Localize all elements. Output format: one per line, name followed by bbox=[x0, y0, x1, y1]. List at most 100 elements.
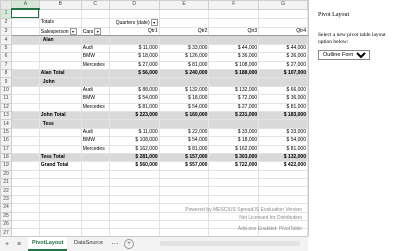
cell[interactable] bbox=[10, 127, 40, 138]
add-sheet-icon[interactable]: + bbox=[2, 239, 12, 249]
cell[interactable]: $ 81,000 bbox=[158, 60, 210, 71]
cell[interactable] bbox=[38, 186, 82, 196]
cell[interactable]: $ 107,000 bbox=[258, 68, 308, 79]
cell[interactable] bbox=[10, 26, 40, 37]
cell[interactable]: $ 303,000 bbox=[208, 152, 260, 163]
cell[interactable] bbox=[10, 60, 40, 71]
cell[interactable] bbox=[208, 119, 260, 129]
cell[interactable] bbox=[10, 203, 40, 213]
cell[interactable] bbox=[80, 110, 110, 121]
cell[interactable] bbox=[258, 77, 308, 87]
cell[interactable] bbox=[158, 169, 210, 180]
cell[interactable] bbox=[10, 178, 40, 188]
cell[interactable]: $ 44,000 bbox=[208, 43, 260, 54]
cell[interactable] bbox=[38, 94, 82, 104]
row-header[interactable]: 15 bbox=[0, 127, 12, 138]
column-header-c[interactable]: C bbox=[80, 0, 110, 10]
cell[interactable]: $ 66,000 bbox=[258, 85, 308, 96]
cell[interactable] bbox=[208, 35, 260, 45]
cell[interactable] bbox=[38, 228, 82, 236]
row-header[interactable]: 26 bbox=[0, 220, 12, 230]
cell[interactable] bbox=[38, 8, 82, 19]
cell[interactable] bbox=[208, 186, 260, 196]
cell[interactable] bbox=[38, 203, 82, 213]
cell[interactable] bbox=[10, 136, 40, 146]
cell[interactable]: Audi bbox=[80, 43, 110, 54]
cell[interactable] bbox=[10, 161, 40, 171]
cell[interactable]: $ 18,000 bbox=[158, 94, 210, 104]
cell[interactable] bbox=[108, 35, 160, 45]
cell[interactable] bbox=[108, 228, 160, 236]
cell[interactable] bbox=[10, 228, 40, 236]
row-header[interactable]: 22 bbox=[0, 186, 12, 196]
filter-dropdown-icon[interactable]: ▾ bbox=[94, 28, 102, 35]
cell[interactable] bbox=[10, 17, 40, 28]
cell[interactable] bbox=[10, 152, 40, 163]
cell[interactable]: Salesperson ▾ bbox=[38, 26, 82, 37]
column-header-f[interactable]: F bbox=[208, 0, 260, 10]
row-header[interactable]: 3 bbox=[0, 26, 12, 37]
row-header[interactable]: 19 bbox=[0, 161, 12, 171]
cell[interactable]: $ 54,000 bbox=[158, 136, 210, 146]
row-header[interactable]: 16 bbox=[0, 136, 12, 146]
spreadsheet-grid[interactable]: A B C D E F G 1 2 Totals Quarters (date) ▾ 3 Salesper… bbox=[0, 0, 309, 236]
row-header[interactable]: 8 bbox=[0, 68, 12, 79]
row-header[interactable]: 23 bbox=[0, 194, 12, 205]
cell[interactable]: Alan bbox=[38, 35, 82, 45]
cell[interactable] bbox=[80, 68, 110, 79]
cell[interactable]: Audi bbox=[80, 127, 110, 138]
cell[interactable] bbox=[80, 8, 110, 19]
cell[interactable] bbox=[158, 35, 210, 45]
cell[interactable] bbox=[108, 220, 160, 230]
new-sheet-icon[interactable]: + bbox=[124, 239, 134, 249]
cell[interactable]: $ 36,000 bbox=[208, 52, 260, 62]
cell[interactable]: $ 160,000 bbox=[158, 110, 210, 121]
cell[interactable]: $ 27,000 bbox=[258, 60, 308, 71]
cell[interactable]: $ 56,000 bbox=[108, 68, 160, 79]
cell[interactable] bbox=[38, 60, 82, 71]
cell[interactable]: $ 88,000 bbox=[108, 85, 160, 96]
cell[interactable] bbox=[38, 178, 82, 188]
cell[interactable] bbox=[208, 17, 260, 28]
cell[interactable]: Tess bbox=[38, 119, 82, 129]
cell[interactable] bbox=[10, 194, 40, 205]
cell[interactable] bbox=[208, 194, 260, 205]
cell[interactable] bbox=[10, 102, 40, 112]
cell[interactable]: Mercedes bbox=[80, 60, 110, 71]
filter-dropdown-icon[interactable]: ▾ bbox=[150, 19, 158, 26]
cell[interactable] bbox=[80, 194, 110, 205]
select-all-corner[interactable] bbox=[0, 0, 12, 10]
cell[interactable] bbox=[258, 8, 308, 19]
cell[interactable]: $ 231,000 bbox=[208, 110, 260, 121]
cell[interactable]: $ 157,000 bbox=[158, 152, 210, 163]
cell[interactable]: $ 27,000 bbox=[208, 102, 260, 112]
cell[interactable] bbox=[80, 35, 110, 45]
cell[interactable]: $ 126,000 bbox=[158, 52, 210, 62]
cell[interactable]: Qtr1 bbox=[108, 26, 160, 37]
cell[interactable]: Mercedes bbox=[80, 102, 110, 112]
row-header[interactable]: 13 bbox=[0, 110, 12, 121]
cell[interactable]: $ 11,000 bbox=[108, 127, 160, 138]
row-header[interactable]: 2 bbox=[0, 17, 12, 28]
cell[interactable] bbox=[10, 85, 40, 96]
cell[interactable]: BMW bbox=[80, 136, 110, 146]
cell[interactable] bbox=[258, 186, 308, 196]
tab-datasource[interactable]: DataSource bbox=[70, 237, 107, 249]
cell[interactable]: $ 132,000 bbox=[158, 85, 210, 96]
cell[interactable]: Alan Total bbox=[38, 68, 82, 79]
cell[interactable] bbox=[10, 94, 40, 104]
cell[interactable]: BMW bbox=[80, 94, 110, 104]
cell[interactable] bbox=[258, 119, 308, 129]
cell[interactable]: $ 108,000 bbox=[108, 136, 160, 146]
cell[interactable]: Totals bbox=[38, 17, 82, 28]
row-header[interactable]: 5 bbox=[0, 43, 12, 54]
row-header[interactable]: 4 bbox=[0, 35, 12, 45]
row-header[interactable]: 12 bbox=[0, 102, 12, 112]
column-header-e[interactable]: E bbox=[158, 0, 210, 10]
cell[interactable] bbox=[258, 35, 308, 45]
cell[interactable] bbox=[38, 85, 82, 96]
cell[interactable] bbox=[10, 8, 40, 19]
cell[interactable]: Quarters (date) ▾ bbox=[108, 17, 160, 28]
cell[interactable]: $ 422,000 bbox=[258, 161, 308, 171]
cell[interactable] bbox=[108, 211, 160, 222]
